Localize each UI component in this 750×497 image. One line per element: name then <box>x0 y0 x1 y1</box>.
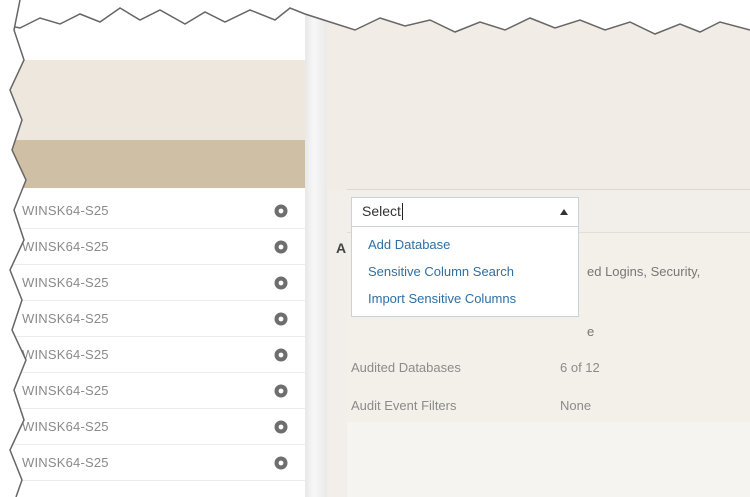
server-row[interactable]: WINSK64-S25 <box>0 445 305 481</box>
server-row[interactable]: WINSK64-S25 <box>0 265 305 301</box>
audit-event-filters-value: None <box>560 398 592 413</box>
panel-header <box>0 60 305 140</box>
server-row[interactable]: WINSK64-S25 <box>0 373 305 409</box>
torn-paper-edge-left <box>0 0 27 497</box>
gear-icon[interactable] <box>273 311 289 327</box>
audit-event-filters-label: Audit Event Filters <box>351 398 457 413</box>
select-value: Select <box>362 203 401 219</box>
server-list: WINSK64-S25 WINSK64-S25 WINSK64-S25 WINS… <box>0 193 305 481</box>
panel-splitter[interactable] <box>305 0 327 497</box>
text-caret <box>401 203 403 221</box>
gear-icon[interactable] <box>273 455 289 471</box>
action-select[interactable]: Select <box>351 197 579 227</box>
gear-icon[interactable] <box>273 383 289 399</box>
chevron-up-icon[interactable] <box>560 209 568 215</box>
details-panel: A ed Logins, Security, e Audited Databas… <box>327 0 750 497</box>
server-row[interactable]: WINSK64-S25 <box>0 229 305 265</box>
audited-databases-label: Audited Databases <box>351 360 461 375</box>
partial-value: e <box>587 324 595 339</box>
gear-icon[interactable] <box>273 275 289 291</box>
panel-subheader <box>0 140 305 188</box>
audited-databases-value: 6 of 12 <box>560 360 600 375</box>
menu-item-add-database[interactable]: Add Database <box>352 231 578 258</box>
audited-activity-text: ed Logins, Security, <box>587 264 701 279</box>
gear-icon[interactable] <box>273 347 289 363</box>
server-row[interactable]: WINSK64-S25 <box>0 301 305 337</box>
gear-icon[interactable] <box>273 419 289 435</box>
action-dropdown-menu: Add Database Sensitive Column Search Imp… <box>351 227 579 317</box>
gear-icon[interactable] <box>273 239 289 255</box>
menu-item-sensitive-column-search[interactable]: Sensitive Column Search <box>352 258 578 285</box>
server-row[interactable]: WINSK64-S25 <box>0 337 305 373</box>
server-row[interactable]: WINSK64-S25 <box>0 193 305 229</box>
server-row[interactable]: WINSK64-S25 <box>0 409 305 445</box>
menu-item-import-sensitive-columns[interactable]: Import Sensitive Columns <box>352 285 578 312</box>
torn-paper-edge-top <box>0 0 750 35</box>
section-heading: A <box>336 240 347 256</box>
server-list-panel: WINSK64-S25 WINSK64-S25 WINSK64-S25 WINS… <box>0 0 305 497</box>
gear-icon[interactable] <box>273 203 289 219</box>
